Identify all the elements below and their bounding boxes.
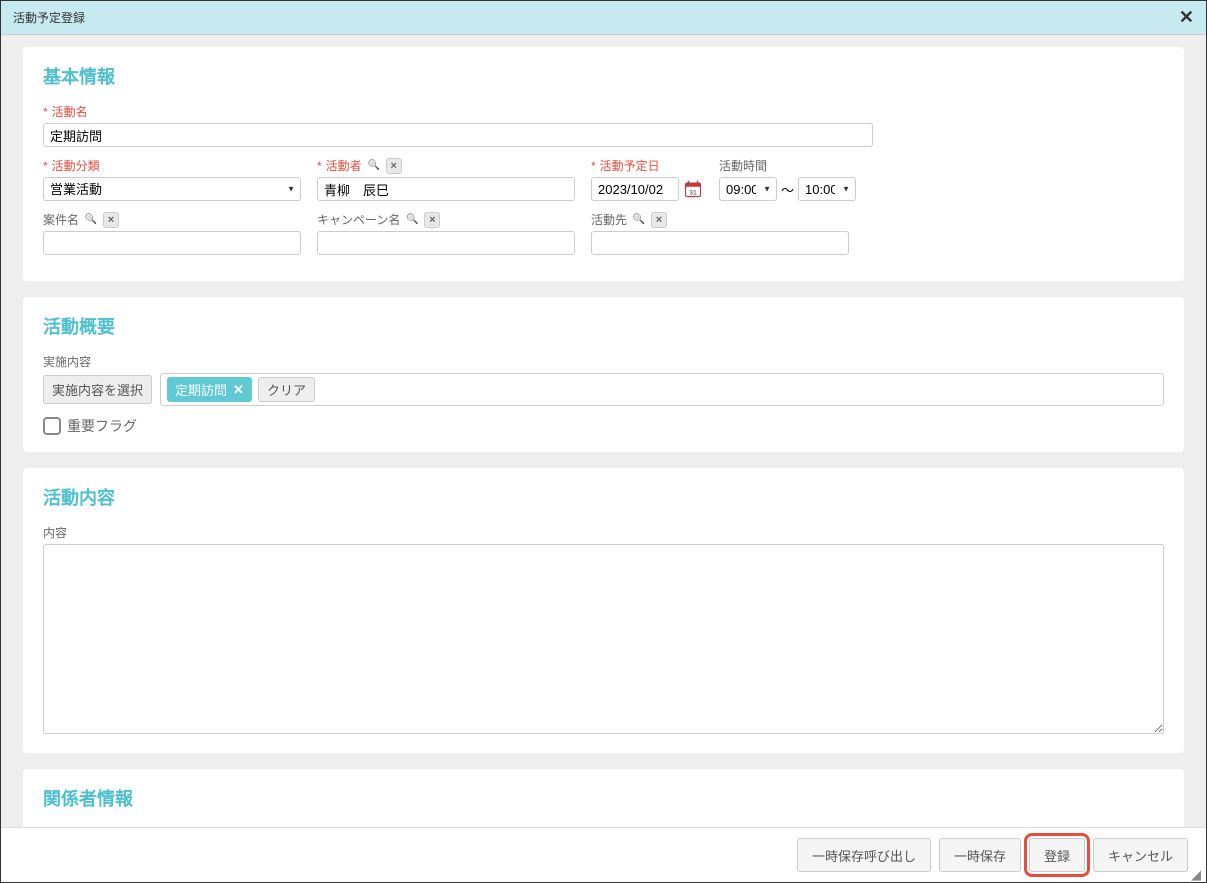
campaign-label: キャンペーン名 bbox=[317, 211, 575, 228]
destination-label: 活動先 bbox=[591, 211, 849, 228]
remove-icon[interactable] bbox=[386, 158, 402, 174]
activity-name-label: *活動名 bbox=[43, 103, 873, 120]
important-flag-checkbox[interactable] bbox=[43, 417, 61, 435]
search-icon[interactable] bbox=[631, 212, 647, 228]
destination-input[interactable] bbox=[591, 231, 849, 255]
remove-icon[interactable] bbox=[424, 212, 440, 228]
resize-handle[interactable]: ◢ bbox=[1191, 867, 1205, 881]
time-separator: ～ bbox=[781, 180, 794, 199]
detail-textarea[interactable] bbox=[43, 544, 1164, 734]
time-end-select[interactable]: 10:00 bbox=[798, 177, 856, 201]
date-label: * 活動予定日 bbox=[591, 157, 703, 174]
search-icon[interactable] bbox=[404, 212, 420, 228]
temp-save-button[interactable]: 一時保存 bbox=[939, 838, 1021, 872]
content-label: 実施内容 bbox=[43, 353, 1164, 370]
important-flag-label: 重要フラグ bbox=[67, 416, 137, 436]
modal-footer: 一時保存呼び出し 一時保存 登録 キャンセル ◢ bbox=[1, 827, 1206, 882]
cancel-button[interactable]: キャンセル bbox=[1093, 838, 1188, 872]
clear-button[interactable]: クリア bbox=[258, 377, 315, 402]
content-tag: 定期訪問 ✕ bbox=[167, 377, 252, 402]
section-title-related: 関係者情報 bbox=[43, 785, 1164, 811]
tag-remove-icon[interactable]: ✕ bbox=[233, 382, 244, 398]
category-label: *活動分類 bbox=[43, 157, 301, 174]
section-title-detail: 活動内容 bbox=[43, 484, 1164, 510]
remove-icon[interactable] bbox=[103, 212, 119, 228]
campaign-input[interactable] bbox=[317, 231, 575, 255]
calendar-icon[interactable]: 31 bbox=[683, 179, 703, 199]
modal-body: 基本情報 *活動名 *活動分類 営業活動 *活動者 bbox=[1, 35, 1206, 830]
close-icon[interactable]: ✕ bbox=[1179, 7, 1194, 28]
category-select[interactable]: 営業活動 bbox=[43, 177, 301, 201]
date-input[interactable] bbox=[591, 177, 679, 201]
remove-icon[interactable] bbox=[651, 212, 667, 228]
detail-section: 活動内容 内容 bbox=[23, 468, 1184, 753]
select-content-button[interactable]: 実施内容を選択 bbox=[43, 375, 152, 404]
section-title-overview: 活動概要 bbox=[43, 313, 1164, 339]
project-input[interactable] bbox=[43, 231, 301, 255]
actor-input[interactable] bbox=[317, 177, 575, 201]
search-icon[interactable] bbox=[366, 158, 382, 174]
modal-title: 活動予定登録 bbox=[13, 9, 85, 26]
related-section: 関係者情報 同行者 上田 辰男 ✕ クリア bbox=[23, 769, 1184, 830]
svg-text:31: 31 bbox=[689, 189, 697, 196]
submit-button[interactable]: 登録 bbox=[1029, 838, 1085, 872]
actor-label: *活動者 bbox=[317, 157, 575, 174]
temp-load-button[interactable]: 一時保存呼び出し bbox=[797, 838, 931, 872]
project-label: 案件名 bbox=[43, 211, 301, 228]
time-label: 活動時間 bbox=[719, 157, 856, 174]
content-tag-container[interactable]: 定期訪問 ✕ クリア bbox=[160, 373, 1164, 406]
overview-section: 活動概要 実施内容 実施内容を選択 定期訪問 ✕ クリア 重要フラグ bbox=[23, 297, 1184, 452]
section-title-basic: 基本情報 bbox=[43, 63, 1164, 89]
search-icon[interactable] bbox=[83, 212, 99, 228]
activity-name-input[interactable] bbox=[43, 123, 873, 147]
detail-content-label: 内容 bbox=[43, 524, 1164, 541]
time-start-select[interactable]: 09:00 bbox=[719, 177, 777, 201]
modal-header: 活動予定登録 ✕ bbox=[1, 1, 1206, 35]
basic-info-section: 基本情報 *活動名 *活動分類 営業活動 *活動者 bbox=[23, 47, 1184, 281]
